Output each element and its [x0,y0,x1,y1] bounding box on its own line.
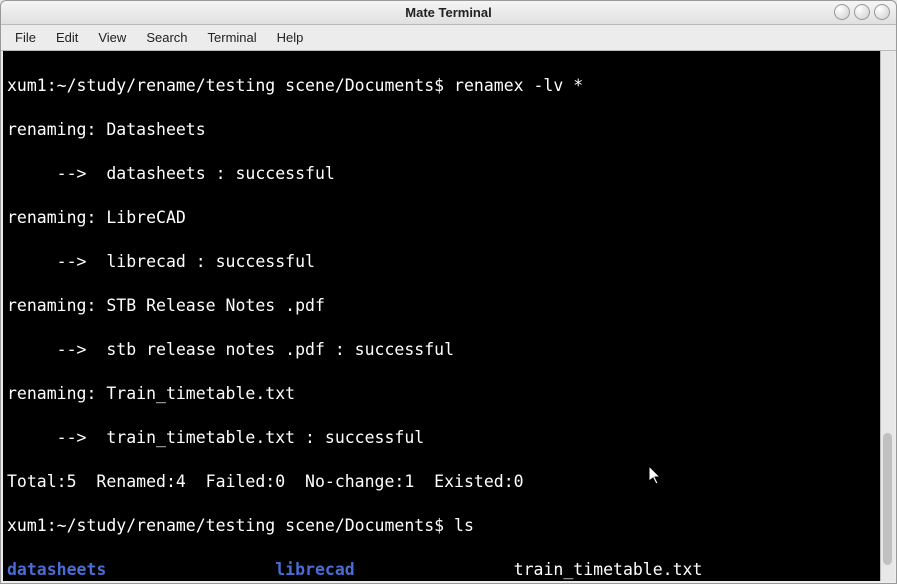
command-text: renamex -lv * [454,76,583,95]
output-line: Total:5 Renamed:4 Failed:0 No-change:1 E… [7,471,890,493]
close-button[interactable] [874,4,890,20]
menu-terminal[interactable]: Terminal [198,27,267,48]
ls-output-row: datasheets librecad train_timetable.txt [7,559,890,581]
ls-directory: librecad [275,560,513,579]
ls-directory: datasheets [7,560,275,579]
output-line: renaming: STB Release Notes .pdf [7,295,890,317]
scrollbar[interactable] [880,51,894,581]
window-title: Mate Terminal [405,5,491,20]
terminal-window: Mate Terminal File Edit View Search Term… [0,0,897,584]
titlebar[interactable]: Mate Terminal [1,1,896,25]
prompt: xum1:~/study/rename/testing scene/Docume… [7,516,454,535]
menu-search[interactable]: Search [136,27,197,48]
output-line: renaming: LibreCAD [7,207,890,229]
menu-help[interactable]: Help [267,27,314,48]
output-line: --> stb release notes .pdf : successful [7,339,890,361]
menubar: File Edit View Search Terminal Help [1,25,896,51]
menu-edit[interactable]: Edit [46,27,88,48]
window-controls [834,4,890,20]
minimize-button[interactable] [834,4,850,20]
maximize-button[interactable] [854,4,870,20]
output-line: --> train_timetable.txt : successful [7,427,890,449]
scrollbar-thumb[interactable] [883,433,892,566]
output-line: --> librecad : successful [7,251,890,273]
output-line: renaming: Train_timetable.txt [7,383,890,405]
output-line: renaming: Datasheets [7,119,890,141]
ls-file: train_timetable.txt [514,560,703,579]
output-line: --> datasheets : successful [7,163,890,185]
command-text: ls [454,516,474,535]
prompt: xum1:~/study/rename/testing scene/Docume… [7,76,454,95]
terminal-content[interactable]: xum1:~/study/rename/testing scene/Docume… [3,51,894,581]
menu-file[interactable]: File [5,27,46,48]
menu-view[interactable]: View [88,27,136,48]
